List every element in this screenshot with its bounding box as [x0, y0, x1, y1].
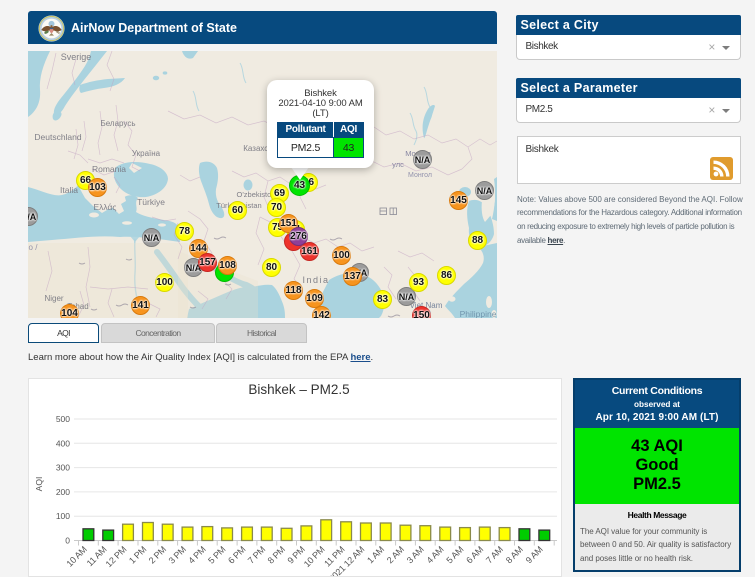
svg-text:AQI: AQI	[34, 477, 44, 492]
svg-text:3 PM: 3 PM	[167, 544, 188, 565]
svg-text:India: India	[302, 275, 329, 285]
svg-text:1 AM: 1 AM	[365, 544, 386, 565]
svg-text:Deutschland: Deutschland	[34, 132, 82, 142]
svg-text:8 AM: 8 AM	[504, 544, 525, 565]
svg-text:5 PM: 5 PM	[206, 544, 227, 565]
svg-text:4 AM: 4 AM	[425, 544, 446, 565]
svg-text:Sverige: Sverige	[61, 52, 92, 62]
svg-text:12 PM: 12 PM	[104, 544, 129, 569]
svg-text:10 AM: 10 AM	[64, 544, 88, 568]
svg-text:9 AM: 9 AM	[524, 544, 545, 565]
svg-text:400: 400	[56, 438, 70, 448]
svg-text:1 PM: 1 PM	[127, 544, 148, 565]
svg-text:7 PM: 7 PM	[246, 544, 267, 565]
svg-text:7 AM: 7 AM	[484, 544, 505, 565]
svg-text:6 PM: 6 PM	[226, 544, 247, 565]
svg-text:10 PM: 10 PM	[302, 544, 327, 569]
svg-text:3 AM: 3 AM	[405, 544, 426, 565]
svg-text:Niger: Niger	[44, 294, 63, 303]
svg-text:улс: улс	[392, 160, 404, 169]
svg-text:2 PM: 2 PM	[147, 544, 168, 565]
svg-text:Ελλάς: Ελλάς	[93, 202, 116, 212]
svg-text:Italia: Italia	[60, 185, 78, 195]
svg-text:Монгол: Монгол	[408, 172, 432, 179]
svg-text:200: 200	[56, 487, 70, 497]
svg-text:500: 500	[56, 414, 70, 424]
svg-text:8 PM: 8 PM	[266, 544, 287, 565]
svg-text:o /: o /	[29, 243, 39, 252]
svg-text:0: 0	[65, 536, 70, 546]
svg-text:Philippine: Philippine	[460, 309, 497, 318]
svg-text:Türkiye: Türkiye	[137, 197, 165, 207]
svg-text:5 AM: 5 AM	[444, 544, 465, 565]
svg-text:100: 100	[56, 511, 70, 521]
svg-text:2 AM: 2 AM	[385, 544, 406, 565]
svg-text:6 AM: 6 AM	[464, 544, 485, 565]
svg-text:Bishkek – PM2.5: Bishkek – PM2.5	[248, 382, 349, 397]
svg-text:4 PM: 4 PM	[186, 544, 207, 565]
svg-text:Україна: Україна	[132, 149, 161, 158]
svg-text:Romania: Romania	[92, 164, 126, 174]
svg-text:300: 300	[56, 463, 70, 473]
svg-text:Беларусь: Беларусь	[101, 119, 136, 128]
